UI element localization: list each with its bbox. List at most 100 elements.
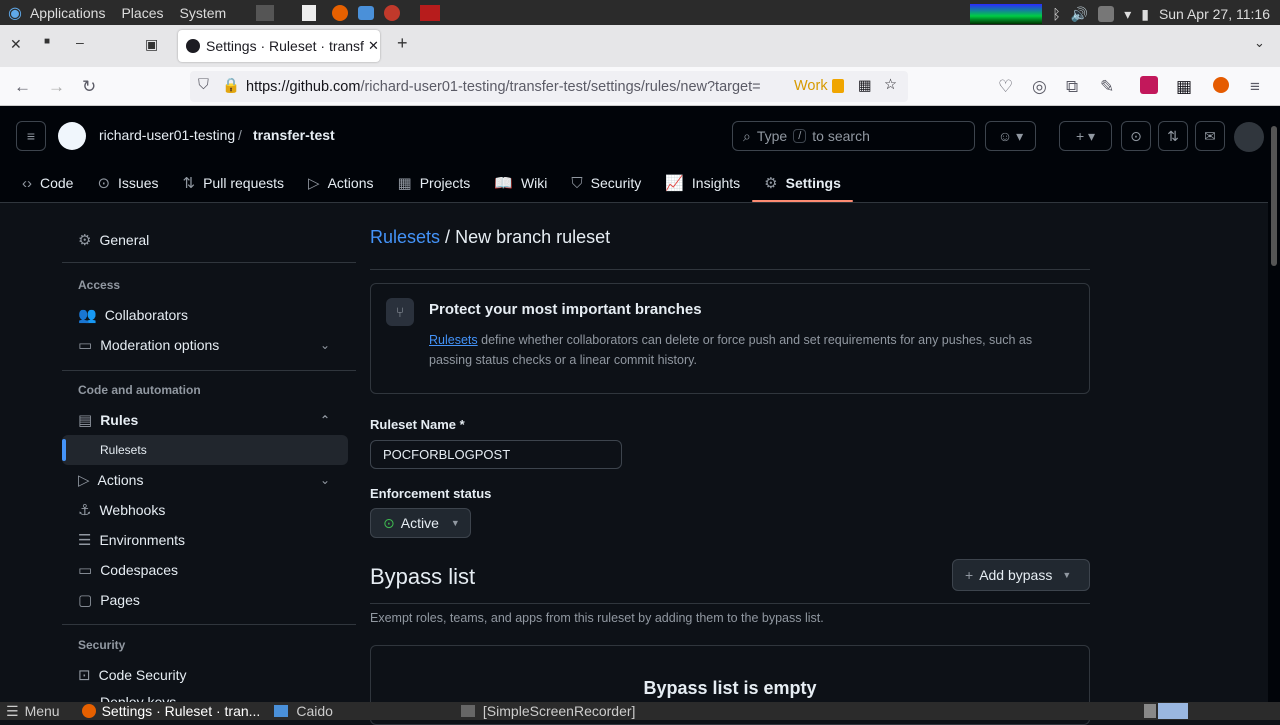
github-logo-icon[interactable] (58, 122, 86, 150)
sidebar-item-collaborators[interactable]: 👥 Collaborators (62, 300, 348, 330)
close-tab-icon[interactable]: ✕ (368, 38, 379, 54)
divider (62, 262, 356, 263)
tab-active[interactable]: Settings · Ruleset · transfer-test ✕ (178, 30, 380, 62)
sidebar-item-pages[interactable]: ▢ Pages (62, 585, 348, 615)
issues-icon[interactable]: ⊙ (1121, 121, 1151, 151)
sidebar-item-general[interactable]: ⚙ General (62, 225, 348, 255)
owner-link[interactable]: richard-user01-testing (99, 127, 235, 143)
enforcement-dropdown[interactable]: ⊙ Active ▼ (370, 508, 471, 538)
network-icon[interactable] (1098, 6, 1115, 22)
workspace-active[interactable] (1158, 703, 1188, 719)
volume-icon[interactable]: 🔊 (1071, 6, 1088, 23)
burp-launcher-icon[interactable] (384, 4, 401, 21)
tab-settings[interactable]: ⚙ Settings (752, 164, 853, 202)
sidebar-item-codespaces[interactable]: ▭ Codespaces (62, 555, 348, 585)
search-input[interactable]: ⌕ Type / to search (732, 121, 975, 151)
sidebar-item-label: Collaborators (104, 307, 188, 323)
sidebar-item-environments[interactable]: ☰ Environments (62, 525, 348, 555)
app-launcher-icon[interactable] (420, 4, 441, 21)
chevron-down-icon: ⌄ (319, 338, 330, 352)
close-window-icon[interactable]: ✕ (10, 36, 22, 53)
maximize-window-icon[interactable]: ■ (44, 36, 50, 47)
applications-menu[interactable]: Applications (30, 5, 106, 21)
terminal-launcher-icon[interactable] (256, 4, 275, 21)
battery-icon[interactable]: ▮ (1141, 6, 1149, 23)
list-tabs-icon[interactable]: ⌄ (1254, 35, 1265, 51)
app-menu-icon[interactable]: ≡ (1250, 77, 1260, 97)
ruleset-name-input[interactable]: POCFORBLOGPOST (370, 440, 622, 469)
files-launcher-icon[interactable] (358, 5, 375, 20)
system-menu[interactable]: System (180, 5, 227, 21)
url-bar[interactable]: ⛉ 🔒 https://github.com /richard-user01-t… (190, 71, 908, 102)
comment-icon: ▭ (78, 337, 93, 354)
tab-actions[interactable]: ▷ Actions (296, 164, 385, 202)
clock[interactable]: Sun Apr 27, 11:16 (1159, 6, 1270, 22)
os-logo-icon[interactable]: ◉ (8, 3, 22, 23)
info-rulesets-link[interactable]: Rulesets (429, 333, 478, 347)
text-editor-launcher-icon[interactable] (302, 4, 317, 21)
sidebar-item-rulesets[interactable]: Rulesets (62, 435, 348, 465)
account-icon[interactable]: ◎ (1032, 77, 1047, 97)
extension-a-icon[interactable]: ✎ (1100, 77, 1114, 97)
back-icon[interactable]: ← (14, 77, 31, 97)
tab-wiki[interactable]: 📖 Wiki (482, 164, 559, 202)
new-tab-icon[interactable]: + (397, 33, 408, 54)
tab-projects[interactable]: ▦ Projects (386, 164, 483, 202)
container-label[interactable]: Work (794, 78, 828, 94)
forward-icon[interactable]: → (48, 77, 65, 97)
wifi-icon[interactable]: ▾ (1124, 6, 1131, 23)
tab-pull-requests[interactable]: ⇅ Pull requests (171, 164, 297, 202)
plus-icon: + (965, 567, 974, 583)
reload-icon[interactable]: ↻ (82, 77, 96, 97)
extension-d-icon[interactable] (1213, 77, 1229, 93)
pocket-icon[interactable]: ♡ (998, 77, 1013, 97)
minimize-window-icon[interactable]: – (76, 34, 84, 50)
page-scrollbar[interactable] (1268, 106, 1280, 702)
bluetooth-icon[interactable]: ᛒ (1052, 6, 1060, 22)
taskbar-item-recorder[interactable]: [SimpleScreenRecorder] (483, 703, 636, 719)
qr-icon[interactable]: ▦ (858, 78, 872, 94)
bookmark-star-icon[interactable]: ☆ (884, 77, 897, 93)
breadcrumb-rulesets-link[interactable]: Rulesets (370, 227, 440, 247)
tab-issues[interactable]: ⊙ Issues (85, 164, 170, 202)
repo-nav: ‹› Code ⊙ Issues ⇅ Pull requests ▷ Actions ▦… (10, 164, 853, 202)
tab-title: Settings · Ruleset · transfer-test (206, 38, 364, 54)
ruleset-name-label: Ruleset Name * (370, 417, 465, 432)
add-bypass-label: Add bypass (979, 567, 1053, 583)
start-menu[interactable]: Menu (25, 703, 60, 719)
taskbar-item-caido[interactable]: Caido (296, 703, 333, 719)
tab-insights[interactable]: 📈 Insights (653, 164, 752, 202)
url-path: /richard-user01-testing/transfer-test/se… (360, 78, 761, 95)
divider (370, 269, 1090, 270)
add-bypass-button[interactable]: + Add bypass ▼ (952, 559, 1090, 591)
tab-code[interactable]: ‹› Code (10, 164, 85, 202)
firefox-launcher-icon[interactable] (332, 4, 349, 21)
tab-security[interactable]: ⛉ Security (559, 164, 653, 202)
extension-b-icon[interactable] (1140, 76, 1158, 94)
repo-link[interactable]: transfer-test (253, 127, 335, 143)
gear-icon: ⚙ (764, 175, 778, 192)
sidebar-item-deploy-keys[interactable]: Deploy keys (62, 690, 348, 702)
tracking-shield-icon[interactable]: ⛉ (198, 77, 209, 93)
create-new-button[interactable]: + ▾ (1059, 121, 1112, 151)
extension-c-icon[interactable]: ▦ (1176, 77, 1192, 97)
tab-overview-icon[interactable]: ▣ (145, 36, 158, 53)
places-menu[interactable]: Places (121, 5, 163, 21)
copilot-button[interactable]: ☺ ▾ (985, 121, 1036, 151)
start-menu-icon[interactable]: ☰ (6, 703, 19, 720)
sidebar-item-actions[interactable]: ▷ Actions ⌄ (62, 465, 348, 495)
pull-requests-icon[interactable]: ⇅ (1158, 121, 1188, 151)
avatar[interactable] (1234, 122, 1264, 152)
sidebar-item-code-security[interactable]: ⊡ Code Security (62, 660, 348, 690)
tab-issues-label: Issues (118, 175, 159, 191)
sidebar-item-moderation[interactable]: ▭ Moderation options ⌄ (62, 330, 348, 360)
extensions-icon[interactable]: ⧉ (1066, 77, 1078, 97)
scrollbar-thumb[interactable] (1271, 126, 1277, 266)
sidebar-item-webhooks[interactable]: ⚓ Webhooks (62, 495, 348, 525)
workspace-switcher[interactable] (1144, 704, 1156, 718)
hamburger-menu-icon[interactable]: ≡ (16, 121, 46, 151)
lock-icon[interactable]: 🔒 (222, 77, 240, 94)
taskbar-item-firefox[interactable]: Settings · Ruleset · tran... (102, 703, 261, 719)
sidebar-item-rules[interactable]: ▤ Rules ⌃ (62, 405, 348, 435)
inbox-icon[interactable]: ✉ (1195, 121, 1225, 151)
